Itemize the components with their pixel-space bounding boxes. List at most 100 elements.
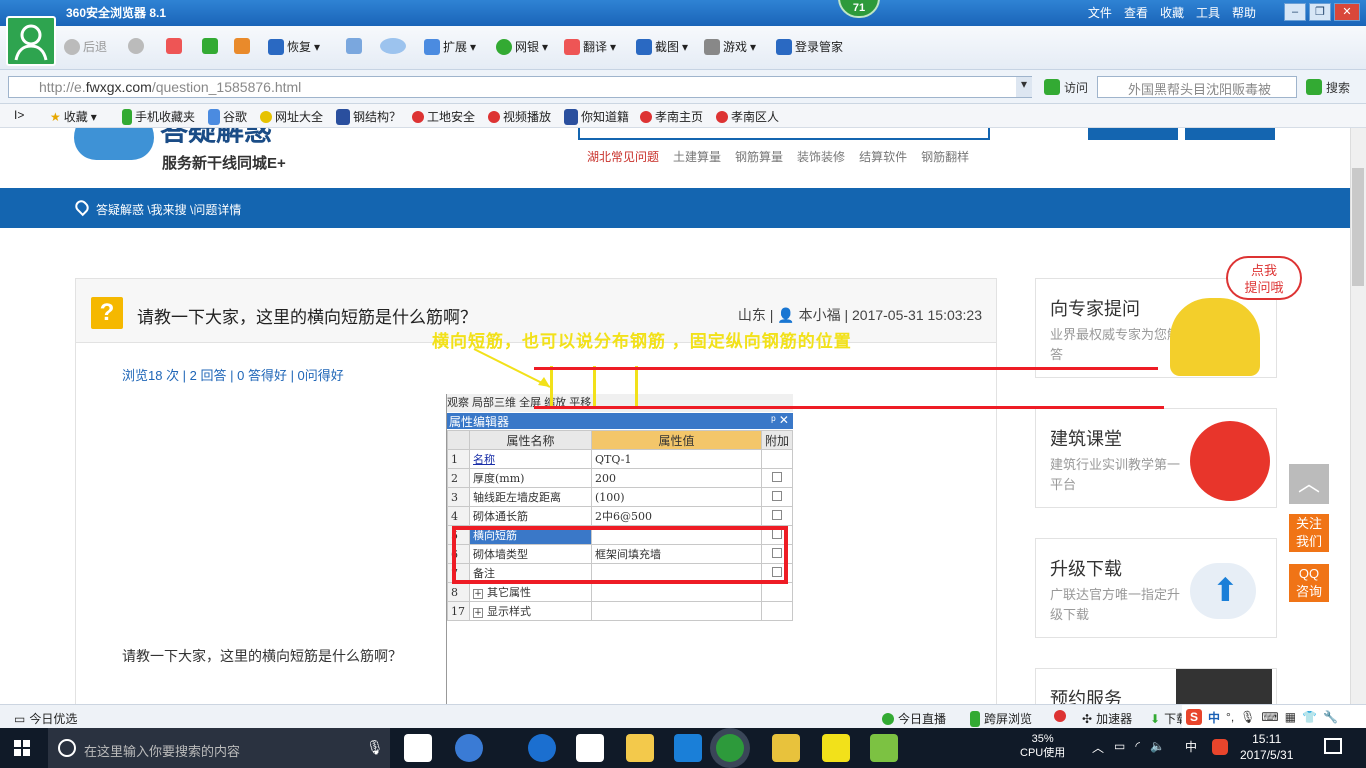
restore-button[interactable]: 恢复 ▾ <box>268 38 320 55</box>
forward-button[interactable] <box>128 38 144 54</box>
user-avatar-icon[interactable] <box>6 16 56 66</box>
nav-civil[interactable]: 土建算量 <box>673 148 721 165</box>
property-value[interactable]: 200 <box>591 468 762 488</box>
system-tray[interactable]: ︿ ▭ ◜ 🔈 <box>1092 739 1165 756</box>
property-row[interactable]: 17 + 显示样式 <box>447 601 794 621</box>
clock[interactable]: 15:11 2017/5/31 <box>1240 731 1293 763</box>
qq-consult-button[interactable]: QQ 咨询 <box>1289 564 1329 602</box>
ask-bubble[interactable]: 点我 提问哦 <box>1226 256 1302 300</box>
property-value[interactable] <box>591 601 762 621</box>
nav-hubei[interactable]: 湖北常见问题 <box>587 148 659 165</box>
search-button[interactable]: 搜索 <box>1306 79 1350 96</box>
taskbar-search[interactable]: 在这里输入你要搜索的内容 <box>48 728 390 768</box>
expert-mascot-image[interactable] <box>1170 298 1260 376</box>
fav-steel[interactable]: 钢结构？ <box>336 108 401 125</box>
menu-tools[interactable]: 工具 <box>1196 4 1220 21</box>
fav-mobile[interactable]: 手机收藏夹 <box>122 108 195 125</box>
expand-icon[interactable]: + <box>473 608 483 618</box>
fav-directory[interactable]: 网址大全 <box>260 108 323 125</box>
fav-safety[interactable]: 工地安全 <box>412 108 475 125</box>
stop-button[interactable] <box>166 38 182 54</box>
today-pick-button[interactable]: ▭ 今日优选 <box>14 710 77 727</box>
checkbox[interactable] <box>771 471 782 482</box>
back-button[interactable]: 后退 <box>64 38 107 55</box>
minimize-button[interactable]: – <box>1284 3 1306 21</box>
sidebar-toggle[interactable]: I> <box>14 108 24 122</box>
property-extra[interactable] <box>760 487 794 507</box>
fav-collect[interactable]: ★ 收藏 ▾ <box>50 108 97 125</box>
360-browser-icon[interactable] <box>716 734 744 762</box>
property-extra[interactable] <box>760 601 794 621</box>
extensions-button[interactable]: 扩展 ▾ <box>424 38 476 55</box>
header-button[interactable] <box>1185 128 1275 140</box>
site-logo-text[interactable]: 答疑解惑 <box>160 128 272 146</box>
search-input[interactable]: 外国黑帮头目沈阳贩毒被 <box>1097 76 1297 98</box>
checkbox[interactable] <box>771 509 782 520</box>
property-name[interactable]: 名称 <box>469 449 592 469</box>
property-extra[interactable] <box>760 582 794 602</box>
notification-center-icon[interactable] <box>1324 738 1342 754</box>
property-extra[interactable] <box>760 506 794 526</box>
fav-know[interactable]: 你知道籍 <box>564 108 629 125</box>
property-value[interactable]: 2中6@500 <box>591 506 762 526</box>
nav-rebar[interactable]: 钢筋算量 <box>735 148 783 165</box>
nav-decoration[interactable]: 装饰装修 <box>797 148 845 165</box>
visit-button[interactable]: 访问 <box>1044 79 1088 96</box>
scrollbar-thumb[interactable] <box>1352 168 1364 286</box>
menu-view[interactable]: 查看 <box>1124 4 1148 21</box>
app-icon[interactable] <box>870 734 898 762</box>
netbank-button[interactable]: 网银 ▾ <box>496 38 548 55</box>
cross-screen-button[interactable]: 跨屏浏览 <box>970 710 1032 727</box>
folder-icon[interactable] <box>626 734 654 762</box>
property-name[interactable]: 轴线距左墙皮距离 <box>469 487 592 507</box>
games-button[interactable]: 游戏 ▾ <box>704 38 756 55</box>
property-row[interactable]: 2 厚度(mm) 200 <box>447 468 794 488</box>
browser-app-icon[interactable] <box>455 734 483 762</box>
fav-video[interactable]: 视频播放 <box>488 108 551 125</box>
screenshot-button[interactable]: 截图 ▾ <box>636 38 688 55</box>
cloud-button[interactable] <box>380 38 406 54</box>
fav-xiaonan-home[interactable]: 孝南主页 <box>640 108 703 125</box>
expand-icon[interactable]: + <box>473 589 483 599</box>
home-button[interactable] <box>234 38 250 54</box>
menu-help[interactable]: 帮助 <box>1232 4 1256 21</box>
nav-rebar-layout[interactable]: 钢筋翻样 <box>921 148 969 165</box>
checkbox[interactable] <box>771 490 782 501</box>
property-value[interactable] <box>591 582 762 602</box>
back-to-top-button[interactable]: ︿ <box>1289 464 1329 504</box>
sidebar-card-classroom[interactable]: 建筑课堂 建筑行业实训教学第一平台 <box>1035 408 1277 508</box>
refresh-button[interactable] <box>202 38 218 54</box>
notes-icon[interactable] <box>772 734 800 762</box>
fav-google[interactable]: 谷歌 <box>208 108 247 125</box>
property-value[interactable]: QTQ-1 <box>591 449 762 469</box>
translate-button[interactable]: 翻译 ▾ <box>564 38 616 55</box>
edge-icon[interactable] <box>528 734 556 762</box>
sogou-tray-icon[interactable] <box>1212 739 1228 755</box>
login-manager-button[interactable]: 登录管家 <box>776 38 843 55</box>
url-dropdown-button[interactable]: ▾ <box>1016 77 1032 97</box>
accelerator-button[interactable]: ✣ 加速器 <box>1082 710 1132 727</box>
property-value[interactable]: (100) <box>591 487 762 507</box>
maximize-button[interactable]: ❐ <box>1309 3 1331 21</box>
property-row[interactable]: 8 + 其它属性 <box>447 582 794 602</box>
cpu-usage[interactable]: 35% CPU使用 <box>1020 732 1065 760</box>
taskbar-ime[interactable]: 中 <box>1185 738 1197 755</box>
property-name[interactable]: 厚度(mm) <box>469 468 592 488</box>
store-icon[interactable] <box>576 734 604 762</box>
property-row[interactable]: 4 砌体通长筋 2中6@500 <box>447 506 794 526</box>
property-extra[interactable] <box>760 449 794 469</box>
help-icon[interactable] <box>822 734 850 762</box>
question-stats[interactable]: 浏览18 次 | 2 回答 | 0 答得好 | 0问得好 <box>122 365 344 384</box>
glodon-icon[interactable] <box>674 734 702 762</box>
property-name[interactable]: 砌体通长筋 <box>469 506 592 526</box>
menu-favorites[interactable]: 收藏 <box>1160 4 1184 21</box>
property-name[interactable]: + 显示样式 <box>469 601 592 621</box>
sidebar-card-download[interactable]: 升级下载 广联达官方唯一指定升级下载 ⬆ <box>1035 538 1277 638</box>
microphone-icon[interactable]: 🎙 <box>366 739 384 756</box>
close-button[interactable]: ✕ <box>1334 3 1360 21</box>
follow-us-button[interactable]: 关注 我们 <box>1289 514 1329 552</box>
header-button[interactable] <box>1088 128 1178 140</box>
property-row[interactable]: 3 轴线距左墙皮距离 (100) <box>447 487 794 507</box>
site-search-box[interactable] <box>578 128 990 140</box>
nav-settlement[interactable]: 结算软件 <box>859 148 907 165</box>
